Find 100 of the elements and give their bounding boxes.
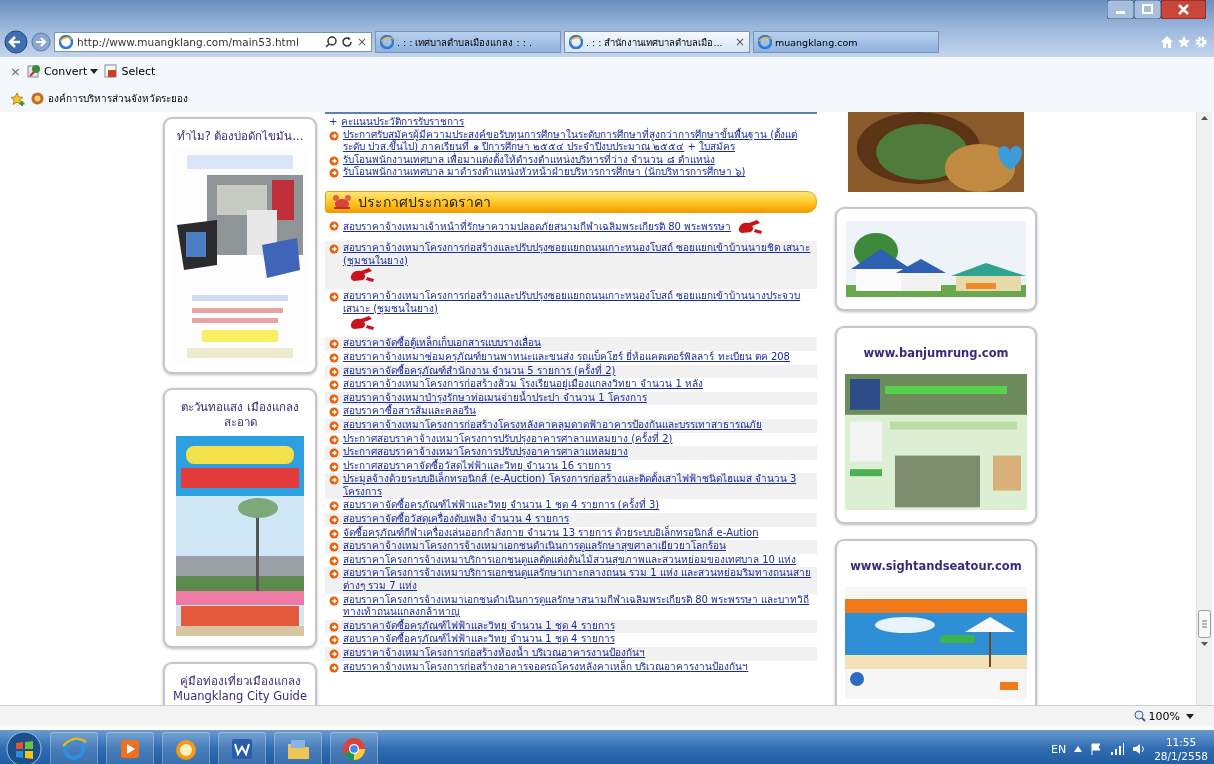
bullet-arrow-icon	[329, 635, 339, 646]
card-title: ทำไม? ต้องบ่อดักไขมัน...	[176, 129, 304, 144]
bullet-arrow-icon	[329, 542, 339, 553]
tender-link[interactable]: สอบราคาโครงการจ้างเหมาบริการเอกชนดูแลตัดแต่งต้นไม้สวนสุขภาพและสวนหย่อมของเทศบาล 10 แห่ง	[343, 553, 797, 567]
clock-time: 11:55	[1165, 735, 1197, 749]
flag-icon[interactable]	[1090, 743, 1103, 755]
forward-icon[interactable]	[31, 32, 51, 52]
section-title: ประกาศประกวดราคา	[358, 195, 491, 209]
clock[interactable]: 11:55 28/1/2558	[1154, 735, 1208, 763]
tender-link[interactable]: ประกาศสอบราคาจ้างเหมาโครงการปรับปรุงอาคารศาลาแหลมยาง (ครั้งที่ 2)	[343, 432, 673, 446]
news-link[interactable]: รับโอนพนักงานเทศบาล เพื่อมาแต่งตั้งให้ดำรงตำแหน่งบริหารที่ว่าง จำนวน ๘ ตำแหน่ง	[343, 153, 715, 167]
back-icon[interactable]	[4, 30, 28, 54]
close-icon[interactable]	[1161, 0, 1206, 19]
chrome-icon[interactable]	[341, 736, 367, 762]
bullet-arrow-icon	[329, 662, 339, 673]
stop-button[interactable]: ×	[356, 35, 367, 49]
tender-link[interactable]: สอบราคาโครงการจ้างเหมาเอกชนดำเนินการดูแลรักษาสนามกีฬาเฉลิมพระเกียรติ 80 พระพรรษา และบาทวิถีทางเท้าถนนแกลงกล้าหาญ	[343, 593, 813, 619]
search-icon[interactable]	[324, 36, 337, 48]
tray-arrow-icon[interactable]	[1074, 746, 1083, 752]
bullet-arrow-icon	[329, 649, 339, 659]
add-favorite-icon[interactable]	[10, 91, 26, 106]
convert-icon	[26, 64, 41, 78]
bullet-arrow-icon	[329, 380, 339, 391]
bullet-arrow-icon	[329, 475, 339, 486]
tender-link[interactable]: สอบราคาจ้างเหมาโครงการก่อสร้างส้วม โรงเรียนอยู่เมืองแกลงวิทยา จำนวน 1 หลัง	[343, 378, 704, 391]
browser-icon	[569, 35, 583, 49]
browser-tab[interactable]: . : : เทศบาลตำบลเมืองแกลง : : .	[375, 31, 561, 53]
bullet-arrow-icon	[329, 155, 339, 166]
star-icon[interactable]	[1177, 35, 1191, 49]
bullet-arrow-icon	[329, 595, 339, 606]
tender-link[interactable]: สอบราคาจัดซื้อครุภัณฑ์ไฟฟ้าและวิทยุ จำนวน 1 ชุด 4 รายการ (ครั้งที่ 3)	[343, 499, 660, 513]
tab-title: . : : เทศบาลตำบลเมืองแกลง : : .	[397, 35, 533, 50]
website-link[interactable]: www.sightandseatour.com	[850, 559, 1022, 573]
clock-date: 28/1/2558	[1154, 749, 1208, 763]
start-button-icon[interactable]	[6, 731, 42, 764]
address-bar[interactable]: http://www.muangklang.com/main53.html ×	[54, 32, 372, 52]
bullet-arrow-icon	[329, 434, 339, 445]
tender-link[interactable]: สอบราคาจ้างเหมาโครงการก่อสร้างและปรับปรุงซอยแยกถนนเกาะหนองโบสถ์ ซอยแยกเข้าบ้านนางประจวบ เสนาะ (ชุมชนในยาง)	[343, 290, 813, 316]
bullet-arrow-icon	[329, 515, 339, 526]
bullet-arrow-icon	[329, 407, 339, 418]
bullet-arrow-icon	[329, 220, 339, 231]
application-form-link[interactable]: ใบสมัคร	[699, 141, 736, 153]
bullet-arrow-icon	[329, 352, 339, 363]
maximize-icon[interactable]	[1134, 0, 1161, 19]
news-link[interactable]: คะแนนประวัติการรับราชการ	[341, 116, 465, 129]
url-text: http://www.muangklang.com/main53.html	[77, 36, 300, 48]
scroll-thumb-icon[interactable]	[1198, 610, 1211, 638]
news-link[interactable]: ประกาศรับสมัครผู้มีความประสงค์ขอรับทุนการศึกษาในระดับการศึกษาที่สูงกว่าการศึกษาขั้นพื้นฐาน (ตั้งแต่ระดับ ปวส.ขึ้นไป) ภาคเรียนที่ ๑ ปีการศึกษา ๒๕๕๔ ประจำปีงบประมาณ ๒๕๕๔ + ใบสมัคร	[343, 128, 813, 154]
refresh-icon[interactable]	[340, 36, 353, 48]
tab-title: . : : สำนักงานเทศบาลตำบลเมือ...	[586, 35, 724, 50]
bullet-arrow-icon	[329, 461, 339, 472]
select-button[interactable]: Select	[104, 64, 156, 78]
bullet-arrow-icon	[329, 420, 339, 431]
bullet-arrow-icon	[329, 366, 339, 377]
zoom-icon	[1133, 710, 1146, 722]
zoom-control[interactable]: 100%	[1133, 709, 1180, 723]
bullet-arrow-icon	[329, 168, 339, 179]
select-icon	[104, 64, 119, 78]
bullet-arrow-icon	[329, 621, 339, 632]
bullet-arrow-icon	[329, 292, 339, 303]
browser-icon	[758, 35, 772, 49]
site-seal-icon	[31, 92, 44, 105]
close-toolbar-button[interactable]: ×	[10, 63, 21, 79]
tender-link[interactable]: ประกาศสอบราคาจัดซื้อวัสดุไฟฟ้าและวิทยุ จำนวน 16 รายการ	[343, 459, 612, 473]
scrollbar[interactable]	[1196, 112, 1212, 705]
convert-menu[interactable]: Convert	[26, 64, 99, 78]
browser-tab[interactable]: . : : สำนักงานเทศบาลตำบลเมือ... ×	[564, 31, 750, 53]
caret-icon[interactable]	[1186, 713, 1194, 719]
website-link[interactable]: www.banjumrung.com	[863, 346, 1009, 360]
emblem-icon	[332, 193, 352, 210]
signal-icon[interactable]	[1110, 743, 1125, 755]
caret-icon	[90, 68, 99, 74]
card-title: ตะวันทอแสง เมืองแกลง สะอาด	[180, 399, 300, 430]
tender-link[interactable]: สอบราคาจ้างเหมาเจ้าหน้าที่รักษาความปลอดภัยสนามกีฬาเฉลิมพระเกียรติ 80 พระพรรษา	[343, 220, 732, 234]
plus-sign: +	[329, 116, 338, 129]
bullet-arrow-icon	[329, 501, 339, 512]
bullet-arrow-icon	[329, 339, 339, 350]
tender-link[interactable]: สอบราคาจ้างเหมาซ่อมครุภัณฑ์ยานพาหนะและขนส่ง รถแบ็คโฮร์ ยี่ห้อแคตเตอร์พิลลาร์ ทะเบียน ตค 208	[343, 350, 790, 364]
bullet-arrow-icon	[329, 448, 339, 459]
news-link[interactable]: รับโอนพนักงานเทศบาล มาดำรงตำแหน่งหัวหน้าฝ่ายบริหารการศึกษา (นักบริหารการศึกษา ๖)	[343, 166, 746, 179]
speaker-icon[interactable]	[1132, 743, 1147, 755]
tab-title: muangklang.com	[775, 36, 859, 48]
bullet-arrow-icon	[329, 569, 339, 580]
bullet-arrow-icon	[329, 528, 339, 539]
tab-close-button[interactable]: ×	[734, 35, 745, 49]
tender-link[interactable]: สอบราคาจ้างเหมาโครงการก่อสร้างอาคารจอดรถโครงหลังคาเหล็ก บริเวณอาคารงานป้องกันฯ	[343, 660, 749, 674]
bullet-arrow-icon	[329, 243, 339, 254]
browser-icon	[380, 35, 394, 49]
minimize-icon[interactable]	[1107, 0, 1134, 19]
browser-icon[interactable]	[61, 736, 87, 762]
language-indicator[interactable]: EN	[1050, 742, 1067, 756]
browser-tab[interactable]: muangklang.com	[753, 31, 939, 53]
favorite-link[interactable]: องค์การบริหารส่วนจังหวัดระยอง	[31, 91, 188, 106]
card-title: คู่มือท่องเที่ยวเมืองแกลง	[179, 673, 301, 689]
tender-link[interactable]: จัดซื้อครุภัณฑ์กีฬาเครื่องเล่นออกกำลังกาย จำนวน 13 รายการ ด้วยระบบอิเล็กทรอนิกส์ e-Aution	[343, 526, 759, 540]
tender-link[interactable]: สอบราคาซื้อสารส้มและคลอรีน	[343, 405, 476, 418]
bullet-arrow-icon	[329, 393, 339, 404]
bullet-arrow-icon	[329, 555, 339, 566]
tender-link[interactable]: สอบราคาจัดซื้อครุภัณฑ์ไฟฟ้าและวิทยุ จำนวน 1 ชุด 4 รายการ	[343, 633, 615, 646]
word-icon[interactable]	[229, 736, 255, 762]
